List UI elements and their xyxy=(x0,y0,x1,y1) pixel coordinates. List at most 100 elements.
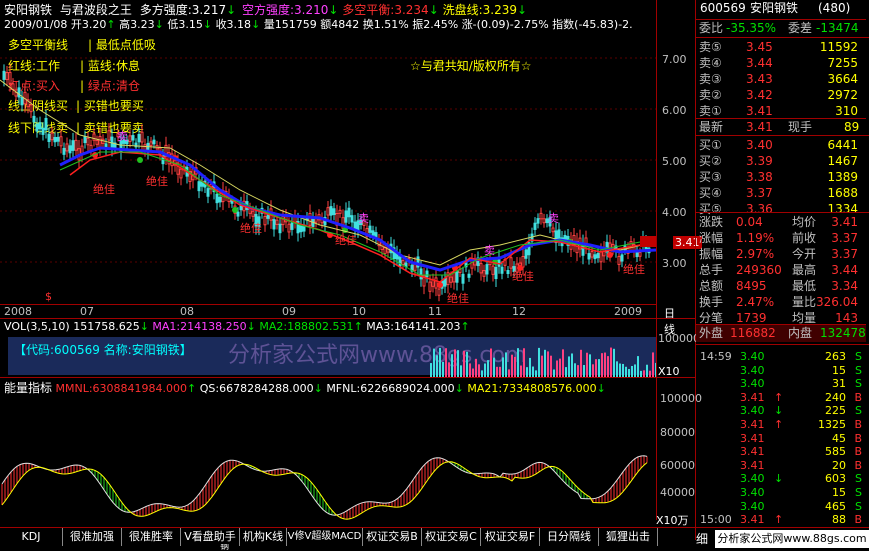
vol-axis-top: 100000 xyxy=(658,332,700,345)
stat-label-2: 最低 xyxy=(792,279,817,293)
wash-line: 洗盘线:3.239 xyxy=(442,3,517,17)
date-09: 09 xyxy=(282,305,296,318)
tab-warrant-b[interactable]: 权证交易B xyxy=(363,528,422,546)
vol-axis-unit: X10 xyxy=(658,365,680,378)
candle-body xyxy=(401,260,405,266)
candle-body xyxy=(95,140,99,145)
candle-body xyxy=(419,268,423,280)
candle-body xyxy=(29,104,33,113)
tab-warrant-c[interactable]: 权证交易C xyxy=(422,528,481,546)
volume-bar xyxy=(601,353,603,377)
tab-day-separator[interactable]: 日分隔线 xyxy=(540,528,599,546)
volume-bar xyxy=(595,359,597,377)
volume-bar xyxy=(640,370,642,377)
volume-bar xyxy=(628,369,630,377)
ask-label: 卖② xyxy=(699,88,722,102)
volume-bar xyxy=(442,361,444,377)
tab-fox-attack[interactable]: 狐狸出击 xyxy=(599,528,658,546)
stat-value-2: 3.37 xyxy=(831,231,858,245)
candle-body xyxy=(524,249,528,259)
stat-value-2: 3.44 xyxy=(831,263,858,277)
candle-body xyxy=(434,277,438,289)
volume-bar xyxy=(469,363,471,377)
stat-value-2: 3.37 xyxy=(831,247,858,261)
candle-body xyxy=(443,277,447,287)
stat-label-1: 总手 xyxy=(699,263,724,277)
sell-signal-4: 卖 xyxy=(548,212,559,225)
tick-tab[interactable]: 细 xyxy=(696,530,708,547)
volume-bar xyxy=(472,368,474,377)
bottom-extra-char: 钢 xyxy=(220,544,230,551)
tab-kdj[interactable]: KDJ xyxy=(0,528,63,546)
volume-bar xyxy=(598,359,600,377)
energy-chart xyxy=(1,455,648,520)
tab-accurate-plus[interactable]: 很准加强 xyxy=(63,528,122,546)
stat-value-1: 2.97% xyxy=(736,247,775,261)
volume-panel[interactable]: VOL(3,5,10) 151758.625↓ MA1:214138.250↓ … xyxy=(0,319,700,378)
bid-label: 买① xyxy=(699,138,722,152)
tab-warrant-f[interactable]: 权证交易F xyxy=(481,528,540,546)
candle-body xyxy=(350,215,354,223)
volume-bar xyxy=(520,365,522,377)
best-signal-7: 绝佳 xyxy=(623,263,645,276)
tab-super-macd[interactable]: V修V超级MACD xyxy=(287,528,363,546)
quote-code-num: (480) xyxy=(818,1,851,15)
candle-body xyxy=(53,137,57,143)
candle-body xyxy=(17,87,21,98)
candle-body xyxy=(521,255,525,268)
volume-bar xyxy=(634,364,636,377)
weicha-value: -13474 xyxy=(816,21,859,35)
candle-body xyxy=(308,212,312,226)
candle-body xyxy=(131,135,135,141)
candle-body xyxy=(557,229,561,240)
candle-body xyxy=(452,271,456,283)
candle-body xyxy=(56,136,60,142)
quote-row: 卖④ 3.44 7255 xyxy=(696,55,866,72)
candle-body xyxy=(71,140,75,151)
volume-bar xyxy=(490,348,492,377)
volume-bar xyxy=(625,366,627,377)
volume-bar xyxy=(463,350,465,377)
quote-row: 振幅 2.97% 今开 3.37 xyxy=(696,246,866,263)
quote-name: 安阳钢铁 xyxy=(750,1,799,15)
last-price: 3.41 xyxy=(746,120,773,134)
price-axis-4: 4.00 xyxy=(662,206,687,219)
volume-bar xyxy=(499,366,501,377)
bid-label: 买④ xyxy=(699,186,722,200)
candle-body xyxy=(338,209,342,214)
candle-body xyxy=(47,133,51,142)
candle-body xyxy=(563,234,567,240)
energy-axis-60000: 60000 xyxy=(660,459,695,472)
volume-bar xyxy=(457,350,459,377)
volume-bar xyxy=(562,349,564,377)
tab-accurate-winrate[interactable]: 很准胜率 xyxy=(122,528,181,546)
candle-body xyxy=(482,270,486,277)
volume-bar xyxy=(556,360,558,377)
candle-body xyxy=(20,96,24,106)
ask-price: 3.44 xyxy=(746,56,773,70)
vol-ma2: MA2:188802.531 xyxy=(259,320,354,333)
volume-bar xyxy=(436,355,438,377)
volume-bar xyxy=(574,363,576,377)
indicator-name: 与君波段之王 xyxy=(59,3,132,17)
candle-body xyxy=(206,188,210,197)
volume-bar xyxy=(544,349,546,377)
ask-price: 3.43 xyxy=(746,72,773,86)
tab-v-assistant[interactable]: V看盘助手 xyxy=(181,528,240,546)
weibi-value: -35.35% xyxy=(726,21,777,35)
price-axis-3: 3.00 xyxy=(662,257,687,270)
energy-panel[interactable]: 能量指标 MMNL:6308841984.000↑ QS:6678284288.… xyxy=(0,378,702,527)
kline-panel[interactable]: 安阳钢铁 与君波段之王 多方强度:3.217↓ 空方强度:3.210↓ 多空平衡… xyxy=(0,0,702,336)
stat-value-1: 8495 xyxy=(736,279,767,293)
quote-row: 涨幅 1.19% 前收 3.37 xyxy=(696,230,866,247)
candle-body xyxy=(467,273,471,278)
best-signal-3: 绝佳 xyxy=(240,222,262,235)
volume-bar xyxy=(592,364,594,377)
bid-volume: 1467 xyxy=(827,154,858,168)
tab-institution-k[interactable]: 机构K线 xyxy=(240,528,287,546)
candle-body xyxy=(461,273,465,284)
volume-bar xyxy=(532,366,534,377)
candle-body xyxy=(44,117,48,131)
volume-bar xyxy=(646,364,648,377)
bid-volume: 1389 xyxy=(827,170,858,184)
